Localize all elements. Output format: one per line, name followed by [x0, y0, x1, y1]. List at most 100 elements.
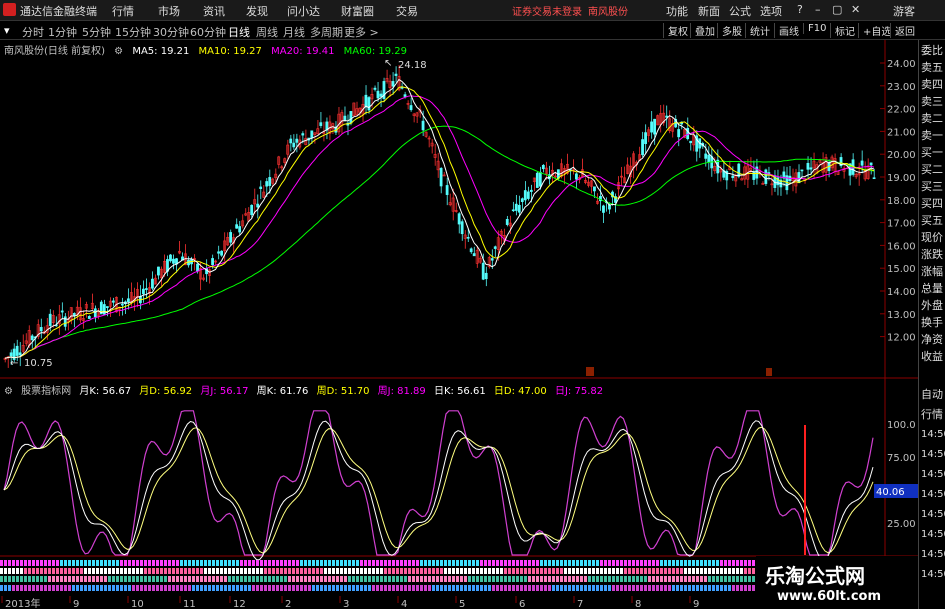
band-cell [152, 560, 155, 566]
band-cell [584, 576, 587, 582]
band-cell [260, 568, 263, 574]
band-cell [632, 568, 635, 574]
band-cell [40, 560, 43, 566]
band-cell [156, 585, 159, 591]
band-cell [504, 576, 507, 582]
band-cell [272, 568, 275, 574]
candle [373, 87, 377, 90]
band-cell [276, 568, 279, 574]
price-tick: 16.00 [887, 241, 916, 252]
band-cell [140, 568, 143, 574]
band-cell [488, 568, 491, 574]
band-cell [232, 560, 235, 566]
band-cell [400, 568, 403, 574]
stock-chart[interactable]: 24.18 10.75 ↖ ← 24.00 23.00 22.00 21.00 20.0… [0, 0, 918, 609]
candle [409, 105, 413, 111]
band-cell [140, 560, 143, 566]
candle [593, 186, 596, 192]
band-cell [320, 576, 323, 582]
band-cell [352, 560, 355, 566]
band-cell [76, 560, 79, 566]
band-cell [404, 585, 407, 591]
band-cell [232, 585, 235, 591]
band-cell [96, 560, 99, 566]
event-marker[interactable] [586, 367, 594, 376]
band-cell [44, 585, 47, 591]
band-cell [196, 568, 199, 574]
band-cell [240, 585, 243, 591]
band-cell [356, 560, 359, 566]
candle [752, 171, 756, 180]
band-cell [480, 585, 483, 591]
band-cell [360, 568, 363, 574]
band-cell [700, 585, 703, 591]
band-cell [208, 568, 211, 574]
band-cell [360, 560, 363, 566]
band-cell [368, 585, 371, 591]
band-cell [188, 576, 191, 582]
band-cell [308, 560, 311, 566]
band-cell [368, 560, 371, 566]
band-cell [244, 585, 247, 591]
candle [220, 250, 223, 256]
band-cell [532, 585, 535, 591]
quote-side-panel: 委比 卖五 卖四 卖三 卖二 卖一 买一 买二 买三 买四 买五 现价 涨跌 涨幅 总量 外盘 换手 净资 收益 自… [918, 40, 945, 609]
band-cell [52, 560, 55, 566]
price-tick: 15.00 [887, 264, 916, 275]
band-cell [44, 560, 47, 566]
band-cell [136, 560, 139, 566]
candle [677, 129, 681, 138]
band-cell [416, 576, 419, 582]
band-cell [216, 568, 219, 574]
band-cell [748, 568, 751, 574]
band-cell [328, 560, 331, 566]
band-cell [16, 585, 19, 591]
band-cell [736, 560, 739, 566]
band-cell [364, 568, 367, 574]
band-cell [24, 585, 27, 591]
band-cell [92, 568, 95, 574]
candle [60, 310, 64, 313]
band-cell [248, 576, 251, 582]
band-cell [548, 560, 551, 566]
band-cell [468, 560, 471, 566]
band-cell [184, 560, 187, 566]
candle [111, 300, 115, 303]
band-cell [660, 576, 663, 582]
band-cell [436, 585, 439, 591]
band-cell [588, 560, 591, 566]
band-cell [392, 568, 395, 574]
candle [102, 304, 106, 315]
band-cell [456, 585, 459, 591]
band-cell [308, 585, 311, 591]
event-marker[interactable] [766, 368, 772, 376]
band-cell [324, 560, 327, 566]
band-cell [480, 576, 483, 582]
band-cell [160, 560, 163, 566]
kdj-axis: 100.075.0050.0025.00 [887, 420, 916, 530]
band-cell [268, 568, 271, 574]
band-cell [172, 568, 175, 574]
price-tick: 14.00 [887, 287, 916, 298]
band-cell [720, 568, 723, 574]
band-cell [356, 568, 359, 574]
band-cell [752, 585, 755, 591]
band-cell [724, 568, 727, 574]
band-cell [724, 585, 727, 591]
band-cell [428, 560, 431, 566]
band-cell [612, 576, 615, 582]
band-cell [612, 560, 615, 566]
band-cell [32, 568, 35, 574]
band-cell [228, 585, 231, 591]
band-cell [380, 576, 383, 582]
band-cell [232, 576, 235, 582]
band-cell [228, 568, 231, 574]
band-cell [692, 568, 695, 574]
band-cell [580, 560, 583, 566]
band-cell [732, 585, 735, 591]
band-cell [604, 576, 607, 582]
band-cell [644, 560, 647, 566]
band-cell [348, 568, 351, 574]
band-cell [420, 585, 423, 591]
side-trade-label: 14:50 [921, 489, 945, 500]
